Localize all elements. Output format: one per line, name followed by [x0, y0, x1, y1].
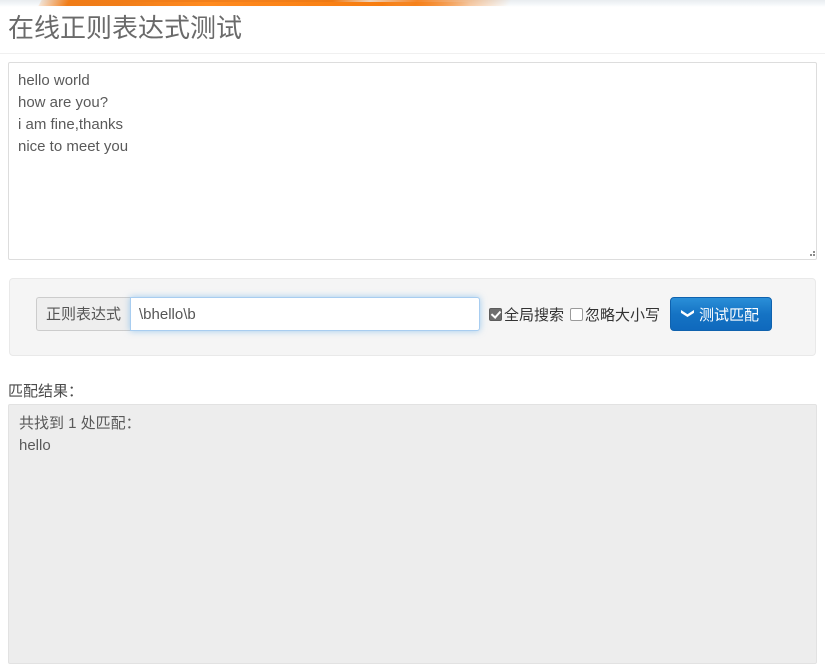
regex-input-group: 正则表达式 — [36, 297, 481, 331]
option-global-search-label: 全局搜索 — [504, 306, 565, 324]
option-ignore-case-label: 忽略大小写 — [585, 306, 661, 324]
result-summary: 共找到 1 处匹配： — [19, 415, 141, 432]
regex-form-panel: 正则表达式 全局搜索 忽略大小写 ❯ 测试匹配 — [9, 278, 816, 356]
chevron-down-icon: ❯ — [681, 307, 696, 319]
result-label: 匹配结果： — [8, 383, 84, 400]
option-global-search[interactable]: 全局搜索 — [489, 304, 564, 325]
regex-input[interactable] — [130, 297, 481, 331]
test-match-button-label: 测试匹配 — [698, 306, 759, 324]
top-banner-strip — [0, 0, 825, 7]
checkbox-global-search[interactable] — [489, 307, 503, 321]
result-match-item: hello — [19, 437, 51, 454]
title-divider — [0, 53, 825, 54]
option-ignore-case[interactable]: 忽略大小写 — [570, 304, 660, 325]
orange-banner-highlight — [120, 2, 470, 6]
page-title: 在线正则表达式测试 — [8, 13, 243, 43]
result-output-box: 共找到 1 处匹配： hello — [8, 404, 817, 664]
checkbox-ignore-case[interactable] — [570, 307, 584, 321]
source-text-wrapper: hello world how are you? i am fine,thank… — [8, 62, 817, 260]
test-match-button[interactable]: ❯ 测试匹配 — [670, 297, 772, 331]
page-container: 在线正则表达式测试 hello world how are you? i am … — [0, 7, 825, 664]
regex-form-row: 正则表达式 全局搜索 忽略大小写 ❯ 测试匹配 — [10, 297, 815, 331]
regex-input-label: 正则表达式 — [36, 297, 131, 331]
regex-options-group: 全局搜索 忽略大小写 — [489, 304, 660, 325]
source-textarea[interactable]: hello world how are you? i am fine,thank… — [8, 62, 817, 260]
